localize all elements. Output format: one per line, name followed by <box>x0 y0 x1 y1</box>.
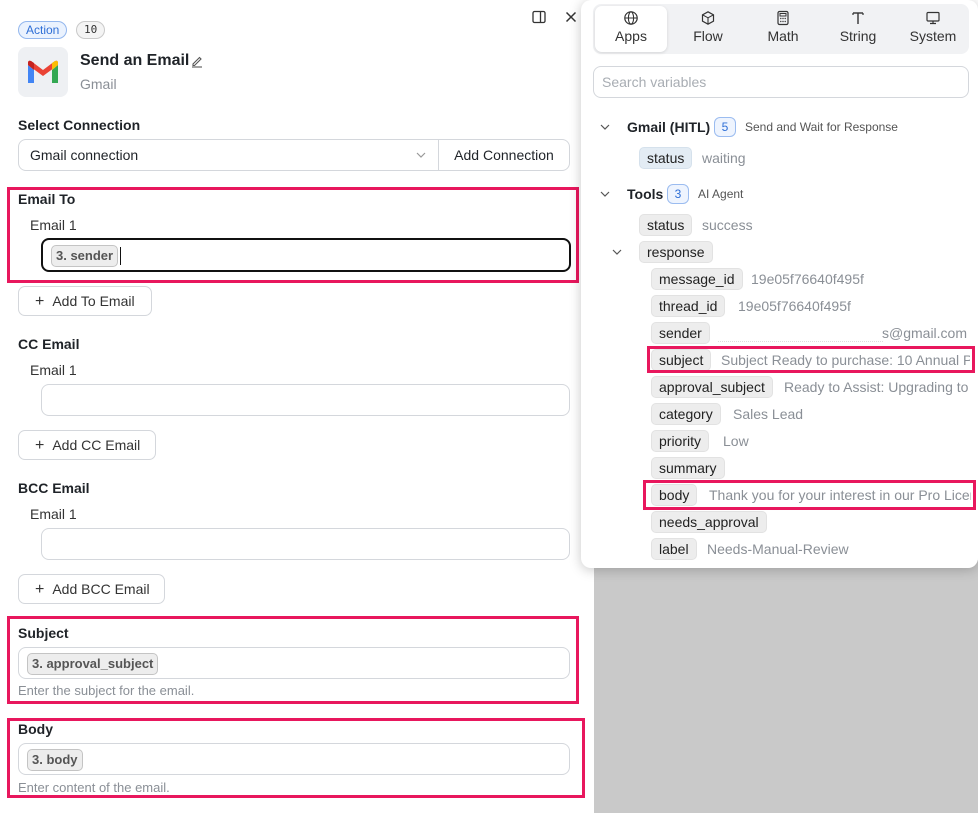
cc-email-input[interactable] <box>41 384 570 416</box>
tab-system[interactable]: System <box>898 4 968 54</box>
variable-value: Needs-Manual-Review <box>707 541 849 557</box>
body-hint: Enter content of the email. <box>18 780 170 795</box>
variable-needs-approval[interactable]: needs_approval <box>651 511 767 533</box>
tab-apps[interactable]: Apps <box>595 6 667 52</box>
variable-summary[interactable]: summary <box>651 457 725 479</box>
add-connection-button[interactable]: Add Connection <box>438 139 570 171</box>
group-title-tools[interactable]: Tools <box>627 186 663 202</box>
group-description: AI Agent <box>698 187 744 201</box>
cube-icon <box>701 11 715 25</box>
tab-string[interactable]: String <box>823 4 893 54</box>
plus-icon: + <box>35 437 45 454</box>
add-cc-email-button[interactable]: + Add CC Email <box>18 430 156 460</box>
subject-label: Subject <box>18 625 69 641</box>
node-config-panel: Action 10 Send an Email Gmail Select Con… <box>0 0 594 813</box>
text-caret <box>120 247 121 265</box>
node-title: Send an Email <box>80 52 190 69</box>
bcc-item-label: Email 1 <box>30 506 77 522</box>
chevron-down-icon[interactable] <box>600 189 610 199</box>
variable-category[interactable]: category <box>651 403 721 425</box>
add-to-email-button[interactable]: + Add To Email <box>18 286 152 316</box>
variable-value: 19e05f76640f495f <box>738 298 851 314</box>
cc-email-label: CC Email <box>18 336 80 352</box>
chevron-down-icon <box>416 152 426 158</box>
variable-subject[interactable]: subject <box>651 349 712 371</box>
variable-picker-popover: Apps Flow Math String System Search vari… <box>581 0 978 568</box>
chevron-down-icon[interactable] <box>612 247 622 257</box>
variable-priority[interactable]: priority <box>651 430 710 452</box>
plus-icon: + <box>35 581 45 598</box>
gmail-logo-icon <box>18 47 68 97</box>
variable-value: Thank you for your interest in our Pro L… <box>709 487 971 503</box>
add-bcc-email-button[interactable]: + Add BCC Email <box>18 574 165 604</box>
variable-value: 19e05f76640f495f <box>751 271 864 287</box>
variable-response[interactable]: response <box>639 241 713 263</box>
monitor-icon <box>926 11 940 25</box>
plus-icon: + <box>35 293 45 310</box>
variable-search[interactable] <box>593 66 969 98</box>
variable-chip-approval-subject[interactable]: 3. approval_subject <box>27 653 159 675</box>
tab-flow[interactable]: Flow <box>673 4 743 54</box>
bcc-email-input[interactable] <box>41 528 570 560</box>
body-input[interactable]: 3. body <box>18 743 570 775</box>
variable-chip-sender[interactable]: 3. sender <box>51 245 119 267</box>
connection-selected-value: Gmail connection <box>30 147 139 163</box>
variable-value: waiting <box>702 150 746 166</box>
search-variables-input[interactable] <box>594 67 968 97</box>
email-to-item-label: Email 1 <box>30 217 77 233</box>
group-count-badge: 5 <box>714 117 736 137</box>
variable-status[interactable]: status <box>639 147 693 169</box>
body-label: Body <box>18 721 53 737</box>
variable-value: Low <box>723 433 749 449</box>
variable-approval-subject[interactable]: approval_subject <box>651 376 773 398</box>
variable-value: Sales Lead <box>733 406 804 422</box>
variable-value: s@gmail.com <box>882 325 968 341</box>
variable-value: success <box>702 217 753 233</box>
variable-message-id[interactable]: message_id <box>651 268 743 290</box>
email-to-input[interactable]: 3. sender <box>41 238 571 272</box>
panel-layout-icon[interactable] <box>531 9 547 25</box>
group-count-badge: 3 <box>667 184 689 204</box>
variable-label[interactable]: label <box>651 538 697 560</box>
action-badge: Action <box>18 21 68 39</box>
variable-sender[interactable]: sender <box>651 322 710 344</box>
calculator-icon <box>777 10 789 26</box>
connection-select[interactable]: Gmail connection <box>18 139 439 171</box>
globe-icon <box>624 11 638 25</box>
variable-thread-id[interactable]: thread_id <box>651 295 726 317</box>
text-type-icon <box>852 12 864 24</box>
connection-label: Select Connection <box>18 117 141 133</box>
tab-math[interactable]: Math <box>748 4 818 54</box>
workflow-canvas <box>594 560 978 813</box>
edit-title-icon[interactable] <box>190 54 204 68</box>
variable-value: Ready to Assist: Upgrading to <box>784 379 969 395</box>
variable-status[interactable]: status <box>639 214 693 236</box>
variable-value: Subject Ready to purchase: 10 Annual Pr <box>721 352 970 368</box>
subject-hint: Enter the subject for the email. <box>18 683 195 698</box>
node-app-name: Gmail <box>80 76 117 92</box>
subject-input[interactable]: 3. approval_subject <box>18 647 570 679</box>
email-to-label: Email To <box>18 191 76 207</box>
close-icon[interactable] <box>563 9 579 25</box>
variable-body[interactable]: body <box>651 484 698 506</box>
chevron-down-icon[interactable] <box>600 122 610 132</box>
cc-item-label: Email 1 <box>30 362 77 378</box>
bcc-email-label: BCC Email <box>18 480 90 496</box>
variable-chip-body[interactable]: 3. body <box>27 749 83 771</box>
step-number-badge: 10 <box>76 21 106 39</box>
group-title-gmail-hitl[interactable]: Gmail (HITL) <box>627 119 710 135</box>
group-description: Send and Wait for Response <box>745 120 898 134</box>
picker-tabs: Apps Flow Math String System <box>593 4 969 54</box>
redacted-sender-value <box>718 324 883 342</box>
